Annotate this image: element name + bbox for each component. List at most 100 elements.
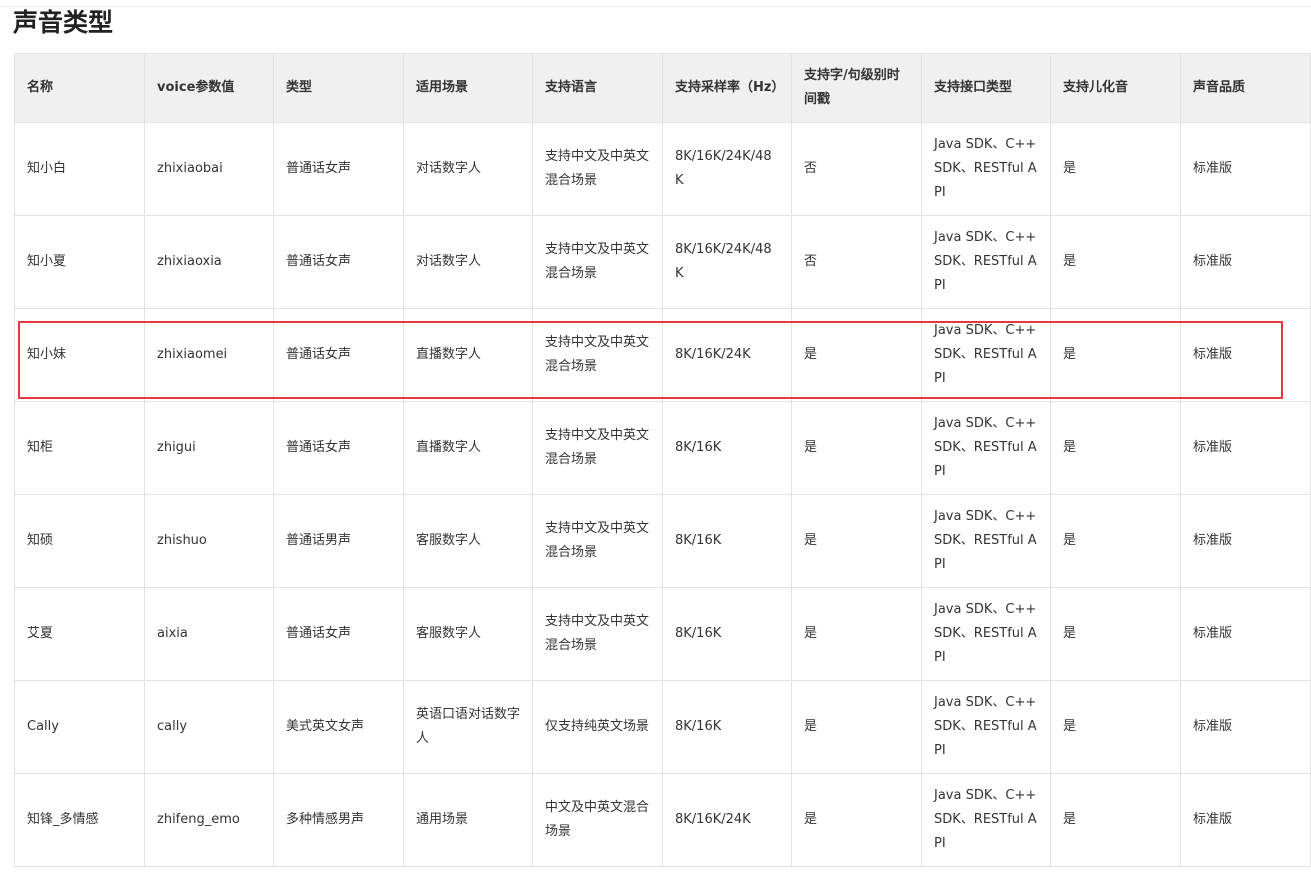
- cell-erhua: 是: [1050, 122, 1181, 216]
- cell-language: 支持中文及中英文混合场景: [532, 587, 663, 681]
- cell-language: 仅支持纯英文场景: [532, 680, 663, 774]
- cell-name: Cally: [14, 680, 145, 774]
- header-scenario: 适用场景: [403, 53, 533, 123]
- cell-quality: 标准版: [1180, 680, 1311, 774]
- cell-interface: Java SDK、C++ SDK、RESTful API: [921, 215, 1051, 309]
- cell-interface: Java SDK、C++ SDK、RESTful API: [921, 401, 1051, 495]
- voice-types-table: 名称 voice参数值 类型 适用场景 支持语言 支持采样率（Hz） 支持字/句…: [14, 53, 1311, 867]
- cell-sample-rate: 8K/16K/24K: [662, 308, 792, 402]
- cell-erhua: 是: [1050, 587, 1181, 681]
- table-header-row: 名称 voice参数值 类型 适用场景 支持语言 支持采样率（Hz） 支持字/句…: [14, 53, 1311, 123]
- cell-language: 中文及中英文混合场景: [532, 773, 663, 867]
- cell-type: 美式英文女声: [273, 680, 404, 774]
- header-language: 支持语言: [532, 53, 663, 123]
- cell-voice-param: zhishuo: [144, 494, 274, 588]
- header-name: 名称: [14, 53, 145, 123]
- cell-type: 普通话女声: [273, 215, 404, 309]
- cell-type: 多种情感男声: [273, 773, 404, 867]
- cell-sample-rate: 8K/16K/24K/48K: [662, 122, 792, 216]
- cell-type: 普通话女声: [273, 308, 404, 402]
- cell-interface: Java SDK、C++ SDK、RESTful API: [921, 773, 1051, 867]
- top-divider: [0, 6, 1311, 7]
- cell-timestamp: 否: [791, 122, 922, 216]
- cell-quality: 标准版: [1180, 215, 1311, 309]
- cell-quality: 标准版: [1180, 308, 1311, 402]
- table-row: 知小夏 zhixiaoxia 普通话女声 对话数字人 支持中文及中英文混合场景 …: [14, 215, 1311, 309]
- cell-voice-param: zhifeng_emo: [144, 773, 274, 867]
- cell-type: 普通话女声: [273, 122, 404, 216]
- cell-language: 支持中文及中英文混合场景: [532, 122, 663, 216]
- cell-scenario: 对话数字人: [403, 122, 533, 216]
- header-sample-rate: 支持采样率（Hz）: [662, 53, 792, 123]
- cell-type: 普通话女声: [273, 587, 404, 681]
- cell-erhua: 是: [1050, 215, 1181, 309]
- header-erhua: 支持儿化音: [1050, 53, 1181, 123]
- table-row: 艾夏 aixia 普通话女声 客服数字人 支持中文及中英文混合场景 8K/16K…: [14, 587, 1311, 681]
- cell-voice-param: zhixiaoxia: [144, 215, 274, 309]
- cell-timestamp: 是: [791, 773, 922, 867]
- table-row: Cally cally 美式英文女声 英语口语对话数字人 仅支持纯英文场景 8K…: [14, 680, 1311, 774]
- cell-language: 支持中文及中英文混合场景: [532, 308, 663, 402]
- cell-sample-rate: 8K/16K/24K: [662, 773, 792, 867]
- cell-quality: 标准版: [1180, 773, 1311, 867]
- cell-language: 支持中文及中英文混合场景: [532, 401, 663, 495]
- cell-language: 支持中文及中英文混合场景: [532, 494, 663, 588]
- header-interface: 支持接口类型: [921, 53, 1051, 123]
- cell-interface: Java SDK、C++ SDK、RESTful API: [921, 494, 1051, 588]
- cell-timestamp: 是: [791, 401, 922, 495]
- cell-erhua: 是: [1050, 773, 1181, 867]
- cell-timestamp: 是: [791, 308, 922, 402]
- cell-scenario: 通用场景: [403, 773, 533, 867]
- cell-scenario: 客服数字人: [403, 587, 533, 681]
- cell-timestamp: 是: [791, 494, 922, 588]
- doc-page: 声音类型 名称 voice参数值 类型 适用场景 支持语言 支持采样率（Hz） …: [0, 0, 1311, 872]
- cell-name: 艾夏: [14, 587, 145, 681]
- cell-scenario: 客服数字人: [403, 494, 533, 588]
- section-title: 声音类型: [13, 8, 114, 37]
- cell-name: 知锋_多情感: [14, 773, 145, 867]
- table-row: 知锋_多情感 zhifeng_emo 多种情感男声 通用场景 中文及中英文混合场…: [14, 773, 1311, 867]
- cell-scenario: 对话数字人: [403, 215, 533, 309]
- cell-type: 普通话男声: [273, 494, 404, 588]
- cell-sample-rate: 8K/16K: [662, 401, 792, 495]
- cell-name: 知小白: [14, 122, 145, 216]
- cell-erhua: 是: [1050, 401, 1181, 495]
- cell-name: 知柜: [14, 401, 145, 495]
- cell-timestamp: 是: [791, 680, 922, 774]
- header-timestamp: 支持字/句级别时间戳: [791, 53, 922, 123]
- cell-timestamp: 是: [791, 587, 922, 681]
- cell-name: 知小妹: [14, 308, 145, 402]
- table-row: 知小白 zhixiaobai 普通话女声 对话数字人 支持中文及中英文混合场景 …: [14, 122, 1311, 216]
- header-type: 类型: [273, 53, 404, 123]
- cell-erhua: 是: [1050, 494, 1181, 588]
- cell-voice-param: cally: [144, 680, 274, 774]
- cell-scenario: 直播数字人: [403, 401, 533, 495]
- cell-interface: Java SDK、C++ SDK、RESTful API: [921, 680, 1051, 774]
- cell-voice-param: zhixiaomei: [144, 308, 274, 402]
- cell-voice-param: zhixiaobai: [144, 122, 274, 216]
- cell-erhua: 是: [1050, 680, 1181, 774]
- cell-name: 知硕: [14, 494, 145, 588]
- cell-quality: 标准版: [1180, 401, 1311, 495]
- cell-sample-rate: 8K/16K: [662, 494, 792, 588]
- table-row: 知柜 zhigui 普通话女声 直播数字人 支持中文及中英文混合场景 8K/16…: [14, 401, 1311, 495]
- cell-type: 普通话女声: [273, 401, 404, 495]
- cell-language: 支持中文及中英文混合场景: [532, 215, 663, 309]
- table-row-highlighted: 知小妹 zhixiaomei 普通话女声 直播数字人 支持中文及中英文混合场景 …: [14, 308, 1311, 402]
- cell-sample-rate: 8K/16K: [662, 587, 792, 681]
- cell-voice-param: zhigui: [144, 401, 274, 495]
- cell-name: 知小夏: [14, 215, 145, 309]
- cell-erhua: 是: [1050, 308, 1181, 402]
- cell-interface: Java SDK、C++ SDK、RESTful API: [921, 308, 1051, 402]
- header-quality: 声音品质: [1180, 53, 1311, 123]
- cell-timestamp: 否: [791, 215, 922, 309]
- cell-interface: Java SDK、C++ SDK、RESTful API: [921, 122, 1051, 216]
- header-voice-param: voice参数值: [144, 53, 274, 123]
- cell-sample-rate: 8K/16K: [662, 680, 792, 774]
- cell-interface: Java SDK、C++ SDK、RESTful API: [921, 587, 1051, 681]
- cell-voice-param: aixia: [144, 587, 274, 681]
- cell-sample-rate: 8K/16K/24K/48K: [662, 215, 792, 309]
- cell-quality: 标准版: [1180, 587, 1311, 681]
- table-row: 知硕 zhishuo 普通话男声 客服数字人 支持中文及中英文混合场景 8K/1…: [14, 494, 1311, 588]
- cell-scenario: 直播数字人: [403, 308, 533, 402]
